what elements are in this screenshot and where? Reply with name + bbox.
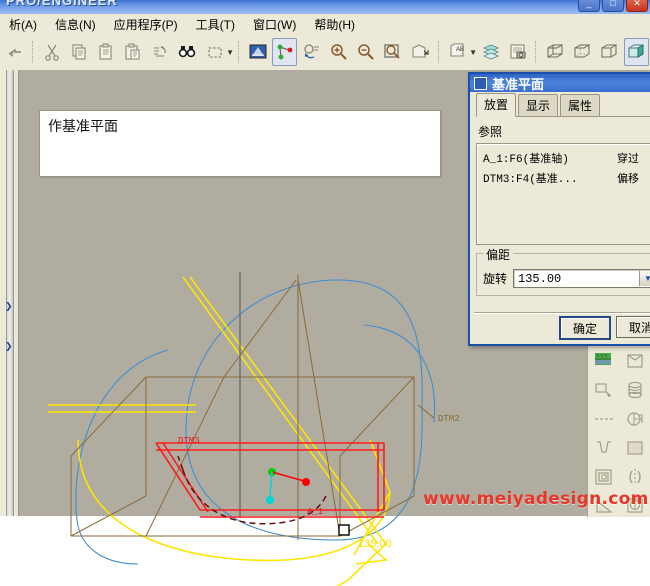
copy-icon[interactable] <box>66 38 91 66</box>
datum-plane-dialog-icon <box>474 76 487 90</box>
menu-item-info[interactable]: 信息(N) <box>46 14 105 34</box>
selection-box-icon[interactable] <box>202 38 227 66</box>
wireframe-icon[interactable] <box>542 38 567 66</box>
window-controls: _ □ ✕ <box>578 0 648 12</box>
blend-icon[interactable] <box>619 404 650 433</box>
view-capture-icon[interactable] <box>505 38 530 66</box>
minimize-button[interactable]: _ <box>578 0 600 12</box>
main-toolbar: ▼ AB ▼ <box>0 34 650 71</box>
rotation-combo[interactable]: 135.00 ▼ <box>513 269 650 288</box>
paste-special-icon[interactable] <box>121 38 146 66</box>
annotation-icon[interactable]: AB <box>445 38 470 66</box>
dtm3-label: DTM3 <box>178 436 200 446</box>
cancel-button[interactable]: 取消 <box>616 316 650 338</box>
saved-view-icon[interactable] <box>408 38 433 66</box>
svg-text:AB: AB <box>456 47 464 53</box>
paste-icon[interactable] <box>93 38 118 66</box>
references-list[interactable]: A_1:F6(基准轴) 穿过 DTM3:F4(基准... 偏移 <box>476 143 650 245</box>
sketch-tool-icon[interactable] <box>588 346 619 375</box>
dialog-divider <box>474 312 650 314</box>
chevron-right-icon-top[interactable]: ❯ <box>5 302 13 311</box>
window-title-bar: PRO/ENGINEER _ □ ✕ <box>0 0 650 14</box>
menu-item-analysis[interactable]: 析(A) <box>0 14 46 34</box>
reference-name: A_1:F6(基准轴) <box>483 154 569 166</box>
cut-icon[interactable] <box>39 38 64 66</box>
rotation-value[interactable]: 135.00 <box>514 272 639 286</box>
revolve-icon[interactable] <box>619 375 650 404</box>
minimize-glyph: _ <box>586 0 592 8</box>
dialog-title-bar: 基准平面 <box>470 74 650 92</box>
toolbar-separator <box>535 41 537 63</box>
dialog-title-text: 基准平面 <box>492 76 545 92</box>
close-glyph: ✕ <box>633 0 641 8</box>
refit-icon[interactable] <box>381 38 406 66</box>
datum-display-icon[interactable] <box>272 38 298 66</box>
zoom-out-icon[interactable] <box>354 38 379 66</box>
ok-button[interactable]: 确定 <box>559 316 611 340</box>
toolbar-separator <box>438 41 440 63</box>
menu-item-applications[interactable]: 应用程序(P) <box>105 14 187 34</box>
extrude-icon[interactable] <box>619 346 650 375</box>
shell-icon[interactable] <box>619 433 650 462</box>
repaint-icon[interactable] <box>245 38 270 66</box>
window-title: PRO/ENGINEER <box>6 0 118 8</box>
watermark-text: www.meiyadesign.com <box>423 489 649 509</box>
menu-item-window[interactable]: 窗口(W) <box>244 14 305 34</box>
dialog-tabs: 放置 显示 属性 <box>476 93 650 117</box>
maximize-button[interactable]: □ <box>602 0 624 12</box>
chevron-down-icon[interactable]: ▼ <box>226 48 234 57</box>
tab-display[interactable]: 显示 <box>518 94 559 116</box>
rib-icon[interactable] <box>588 433 619 462</box>
find-icon[interactable] <box>175 38 200 66</box>
maximize-glyph: □ <box>610 0 616 8</box>
menu-item-tools[interactable]: 工具(T) <box>187 14 244 34</box>
toolbar-separator <box>32 41 34 63</box>
datum-plane-dialog: 基准平面 放置 显示 属性 参照 A_1:F6(基准轴) 穿过 DTM3:F4(… <box>468 72 650 346</box>
tab-properties[interactable]: 属性 <box>560 94 601 116</box>
close-button[interactable]: ✕ <box>626 0 648 12</box>
left-splitter[interactable]: ❯ ❯ <box>0 70 19 516</box>
menu-item-help[interactable]: 帮助(H) <box>305 14 364 34</box>
chevron-down-icon[interactable]: ▼ <box>639 271 650 286</box>
chevron-down-icon[interactable]: ▼ <box>469 48 477 57</box>
layers-icon[interactable] <box>478 38 503 66</box>
hidden-line-icon[interactable] <box>569 38 594 66</box>
splitter-bar[interactable] <box>6 70 14 516</box>
references-group-label: 参照 <box>478 125 503 139</box>
reference-mode[interactable]: 偏移 <box>617 170 650 186</box>
datum-plane-icon[interactable] <box>588 375 619 404</box>
dialog-buttons: 确定 取消 <box>559 316 650 340</box>
offset-group: 偏距 旋转 135.00 ▼ <box>476 246 650 296</box>
reference-row[interactable]: DTM3:F4(基准... 偏移 <box>479 168 650 188</box>
angle-dimension-label: 135.00 <box>358 538 392 550</box>
reference-row[interactable]: A_1:F6(基准轴) 穿过 <box>479 148 650 168</box>
rotation-label: 旋转 <box>483 272 508 286</box>
reference-mode[interactable]: 穿过 <box>617 150 650 166</box>
datum-axis-icon[interactable] <box>588 404 619 433</box>
shaded-icon[interactable] <box>623 38 649 66</box>
mirror-icon[interactable] <box>619 462 650 491</box>
no-hidden-icon[interactable] <box>597 38 622 66</box>
rotation-row: 旋转 135.00 ▼ <box>483 269 650 288</box>
message-text: 作基准平面 <box>48 119 118 135</box>
message-box: 作基准平面 <box>39 110 441 177</box>
drag-handle[interactable] <box>338 524 350 536</box>
spin-center-icon[interactable] <box>299 38 324 66</box>
undo-icon[interactable] <box>2 38 27 66</box>
dtm2-label: DTM2 <box>438 414 460 424</box>
reference-name: DTM3:F4(基准... <box>483 174 578 186</box>
toolbar-separator <box>238 41 240 63</box>
chevron-right-icon-bottom[interactable]: ❯ <box>5 342 13 351</box>
dialog-body: 放置 显示 属性 参照 A_1:F6(基准轴) 穿过 DTM3:F4(基准...… <box>470 92 650 344</box>
menu-bar: 析(A) 信息(N) 应用程序(P) 工具(T) 窗口(W) 帮助(H) <box>0 14 650 35</box>
regenerate-icon[interactable] <box>148 38 173 66</box>
offset-group-label: 偏距 <box>483 246 514 263</box>
pattern-icon[interactable] <box>588 462 619 491</box>
zoom-in-icon[interactable] <box>326 38 351 66</box>
tab-placement[interactable]: 放置 <box>476 93 517 117</box>
